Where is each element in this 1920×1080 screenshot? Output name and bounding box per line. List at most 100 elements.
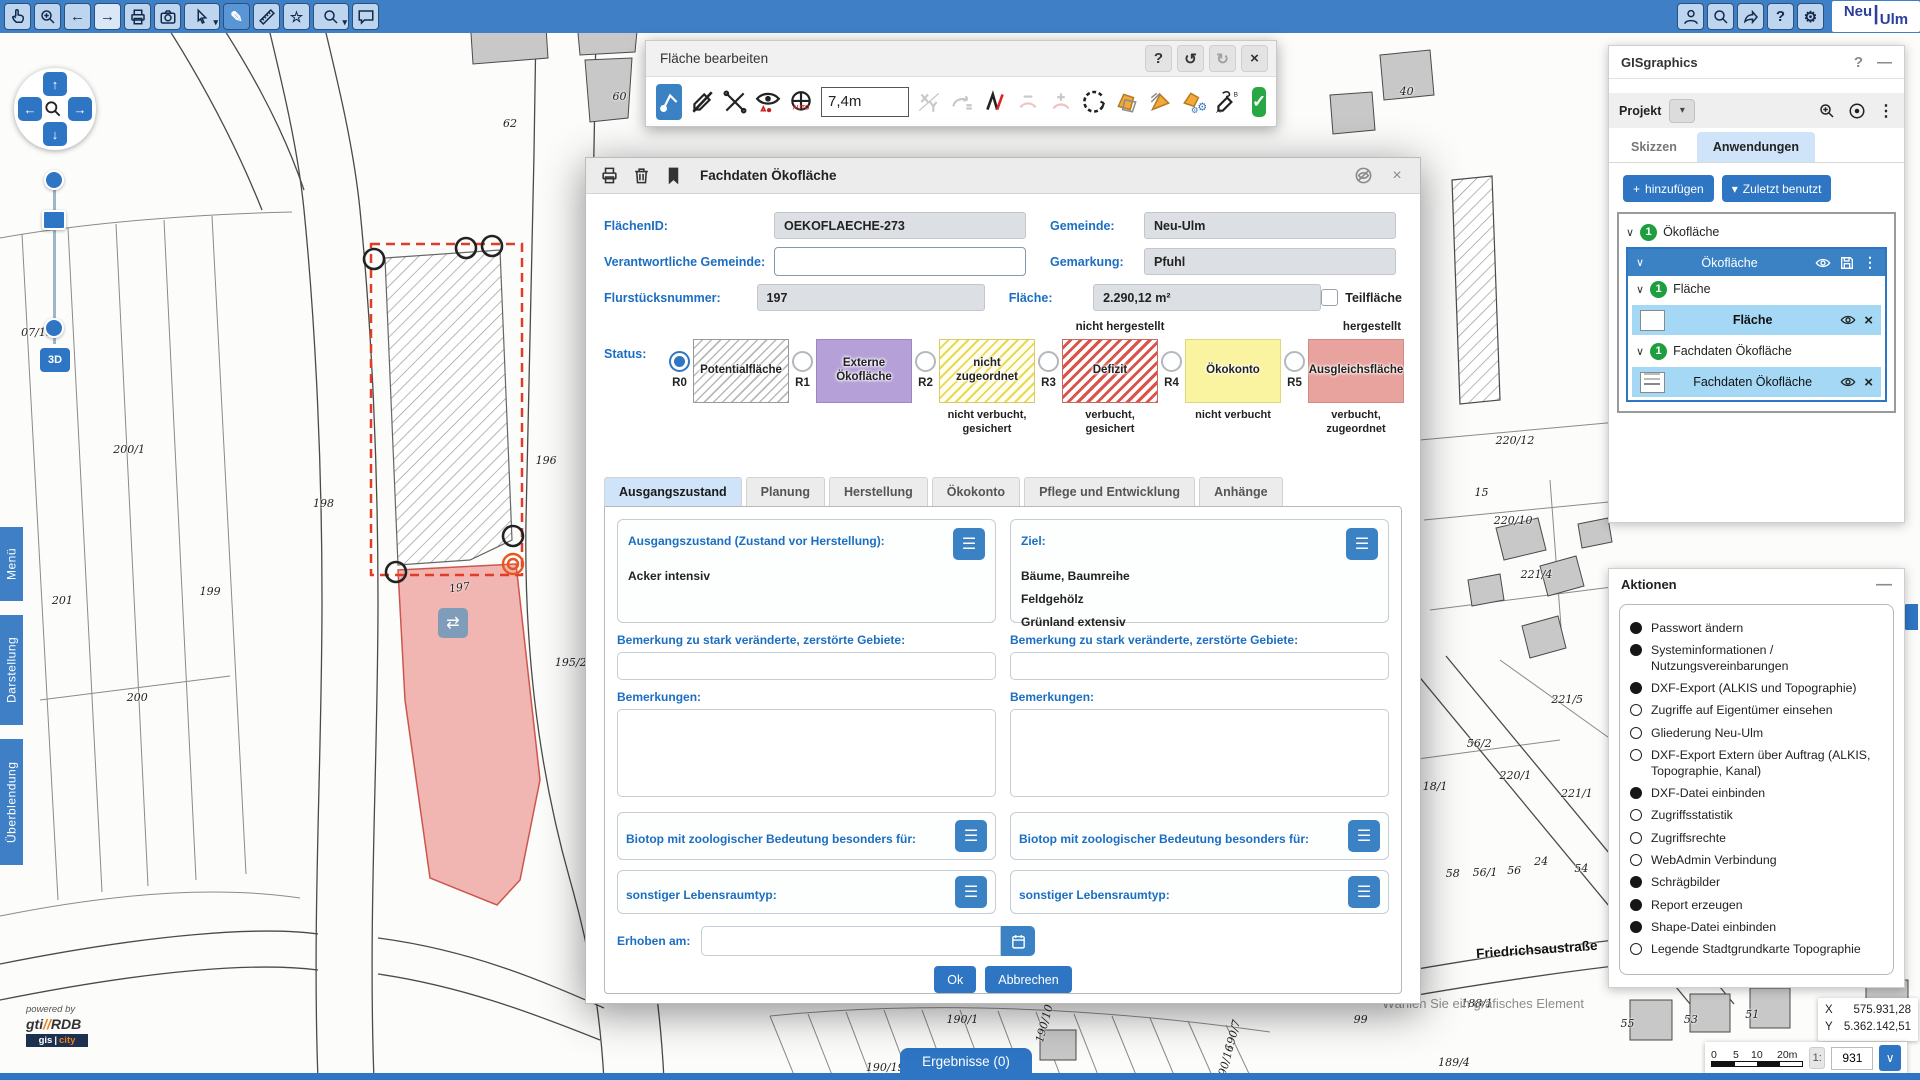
sidebar-minimize-icon[interactable]: — xyxy=(1877,54,1892,71)
edit-toolbar-header[interactable]: Fläche bearbeiten ? ↺ ↻ × xyxy=(646,41,1276,77)
zoom-in-button[interactable] xyxy=(34,3,61,30)
action-item[interactable]: DXF-Export Extern über Auftrag (ALKIS, T… xyxy=(1630,748,1883,779)
draw-button[interactable]: ✎ xyxy=(223,3,250,30)
teilflaeche-checkbox[interactable] xyxy=(1321,289,1338,306)
map-swap-geometry-button[interactable]: ⇄ xyxy=(438,608,468,638)
tree-item-flaeche[interactable]: Fläche × xyxy=(1632,305,1881,335)
dialog-header[interactable]: Fachdaten Ökofläche × xyxy=(586,158,1420,194)
favorites-button[interactable]: ☆ xyxy=(283,3,310,30)
status-radio-r4[interactable] xyxy=(1161,351,1182,372)
confirm-edit-button[interactable]: ✓ xyxy=(1252,87,1266,117)
select-cursor-dropdown-icon[interactable]: ▾ xyxy=(213,17,218,28)
action-item[interactable]: Report erzeugen xyxy=(1630,898,1883,913)
edit-toolbar-close-button[interactable]: × xyxy=(1241,45,1268,72)
action-item[interactable]: Shape-Datei einbinden xyxy=(1630,920,1883,935)
pan-down-button[interactable]: ↓ xyxy=(43,122,67,146)
area-split-tool-icon[interactable] xyxy=(1147,87,1173,117)
action-item[interactable]: Passwort ändern xyxy=(1630,621,1883,636)
action-item[interactable]: Schrägbilder xyxy=(1630,875,1883,890)
search-dropdown-icon[interactable]: ▾ xyxy=(342,17,347,28)
zoom-slider-minus[interactable] xyxy=(44,318,64,338)
tree-collapse-icon[interactable]: ∨ xyxy=(1626,226,1634,239)
tree-group-oekoflaeche[interactable]: ∨ 1 Ökofläche xyxy=(1624,219,1889,245)
action-item[interactable]: WebAdmin Verbindung xyxy=(1630,853,1883,868)
global-search-button[interactable] xyxy=(1707,3,1734,30)
comment-button[interactable] xyxy=(352,3,379,30)
left-tab-menue[interactable]: Menü xyxy=(0,527,23,601)
ok-button[interactable]: Ok xyxy=(934,966,976,993)
status-radio-r5[interactable] xyxy=(1284,351,1305,372)
pan-center-zoom-button[interactable] xyxy=(43,97,67,121)
sidebar-tab[interactable]: Skizzen xyxy=(1615,132,1693,162)
recently-used-button[interactable]: ▾Zuletzt benutzt xyxy=(1722,175,1832,202)
zoom-slider-plus[interactable] xyxy=(44,170,64,190)
action-item[interactable]: Zugriffsstatistik xyxy=(1630,808,1883,823)
dialog-tab[interactable]: Ökokonto xyxy=(932,477,1020,506)
biotop-list-button-right[interactable]: ☰ xyxy=(1348,820,1380,852)
layer-save-icon[interactable] xyxy=(1839,255,1855,271)
dialog-tab[interactable]: Herstellung xyxy=(829,477,928,506)
dialog-tab[interactable]: Anhänge xyxy=(1199,477,1282,506)
dialog-bookmark-icon[interactable] xyxy=(662,165,684,187)
project-zoom-icon[interactable] xyxy=(1818,102,1836,120)
action-item[interactable]: DXF-Export (ALKIS und Topographie) xyxy=(1630,681,1883,696)
dialog-tab[interactable]: Pflege und Entwicklung xyxy=(1024,477,1195,506)
status-radio-r3[interactable] xyxy=(1038,351,1059,372)
results-tab[interactable]: Ergebnisse (0) xyxy=(900,1048,1032,1074)
status-radio-r1[interactable] xyxy=(792,351,813,372)
layer-visibility-icon[interactable] xyxy=(1815,255,1831,271)
area-process-tool-icon[interactable]: ⚙⚙ xyxy=(1180,87,1206,117)
pan-hand-button[interactable] xyxy=(4,3,31,30)
sidebar-help-icon[interactable]: ? xyxy=(1854,54,1863,71)
bemerkung-gebiete-input-right[interactable] xyxy=(1010,652,1389,680)
edit-help-button[interactable]: ? xyxy=(1145,45,1172,72)
history-forward-button[interactable]: → xyxy=(94,3,121,30)
tree-group-fachdaten[interactable]: ∨ 1 Fachdaten Ökofläche xyxy=(1634,338,1885,364)
project-menu-icon[interactable]: ⋮ xyxy=(1878,101,1894,121)
parallel-tool-icon[interactable] xyxy=(949,87,975,117)
scale-ratio-input[interactable] xyxy=(1831,1047,1873,1070)
dialog-delete-icon[interactable] xyxy=(630,165,652,187)
item-remove-icon[interactable]: × xyxy=(1864,374,1873,391)
pan-up-button[interactable]: ↑ xyxy=(43,72,67,96)
polyline-tool-icon[interactable] xyxy=(982,87,1008,117)
item-visibility-icon[interactable] xyxy=(1840,312,1856,328)
zoom-slider-handle[interactable] xyxy=(42,210,66,230)
no-snap-tool-icon[interactable] xyxy=(689,87,715,117)
calendar-button[interactable] xyxy=(1001,926,1035,956)
ausgangszustand-list-button[interactable]: ☰ xyxy=(953,528,985,560)
snap-edit-tool-icon[interactable] xyxy=(656,84,682,120)
arc-add-tool-icon[interactable] xyxy=(1048,87,1074,117)
share-button[interactable] xyxy=(1737,3,1764,30)
action-item[interactable]: Legende Stadtgrundkarte Topographie xyxy=(1630,942,1883,957)
status-radio-r2[interactable] xyxy=(915,351,936,372)
user-button[interactable] xyxy=(1677,3,1704,30)
aktionen-minimize-icon[interactable]: — xyxy=(1876,576,1892,594)
bemerkungen-textarea-right[interactable] xyxy=(1010,709,1389,797)
tree-item-fachdaten[interactable]: Fachdaten Ökofläche × xyxy=(1632,367,1881,397)
dialog-tab[interactable]: Planung xyxy=(746,477,825,506)
project-visibility-icon[interactable] xyxy=(1848,102,1866,120)
lebensraum-list-button-left[interactable]: ☰ xyxy=(955,876,987,908)
layer-menu-icon[interactable]: ⋮ xyxy=(1863,254,1877,271)
dialog-print-icon[interactable] xyxy=(598,165,620,187)
left-tab-ueberblendung[interactable]: Überblendung xyxy=(0,739,23,865)
action-item[interactable]: Systeminformationen / Nutzungsvereinbaru… xyxy=(1630,643,1883,674)
add-layer-button[interactable]: +hinzufügen xyxy=(1623,175,1714,202)
search-tool-button[interactable]: ▾ xyxy=(313,3,349,30)
circle-segment-tool-icon[interactable] xyxy=(1081,87,1107,117)
action-item[interactable]: Zugriffsrechte xyxy=(1630,831,1883,846)
settings-button[interactable]: ⚙ xyxy=(1797,3,1824,30)
action-item[interactable]: Zugriffe auf Eigentümer einsehen xyxy=(1630,703,1883,718)
biotop-list-button-left[interactable]: ☰ xyxy=(955,820,987,852)
dialog-tab[interactable]: Ausgangszustand xyxy=(604,477,742,506)
view-3d-button[interactable]: 3D xyxy=(40,348,70,372)
visibility-options-tool-icon[interactable] xyxy=(755,87,781,117)
layer-panel-header[interactable]: ∨ Ökofläche ⋮ xyxy=(1628,249,1885,276)
panel-collapse-handle[interactable] xyxy=(1904,604,1918,630)
erhoben-am-input[interactable] xyxy=(701,926,1001,956)
area-combine-tool-icon[interactable] xyxy=(1114,87,1140,117)
arc-remove-tool-icon[interactable] xyxy=(1015,87,1041,117)
cancel-button[interactable]: Abbrechen xyxy=(985,966,1071,993)
ziel-list-button[interactable]: ☰ xyxy=(1346,528,1378,560)
